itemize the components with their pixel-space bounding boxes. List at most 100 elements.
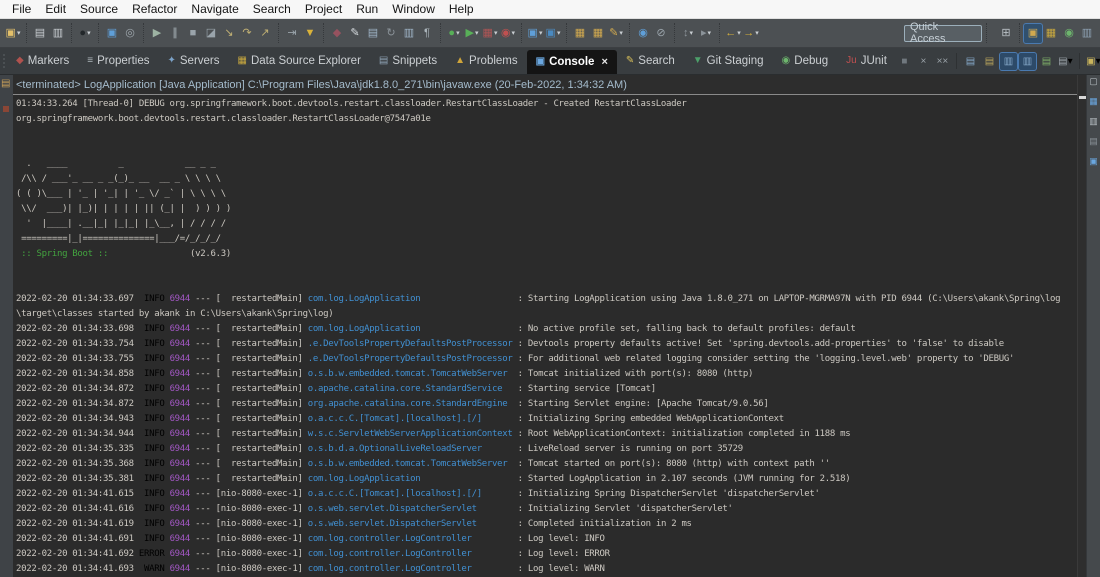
debug-perspective-icon[interactable]: ◉ <box>1060 24 1078 43</box>
menu-run[interactable]: Run <box>349 1 385 17</box>
remote-console-icon[interactable]: ▣ <box>103 24 121 43</box>
remote-console-glyph: ▣ <box>107 28 117 39</box>
console-gutter: ▤ <box>0 75 13 577</box>
tab-console[interactable]: ▣Console× <box>527 50 617 74</box>
execution-view-icon[interactable]: ▤ <box>1089 137 1098 146</box>
tab-search[interactable]: ✎Search <box>617 48 684 74</box>
drag-handle[interactable] <box>3 54 5 68</box>
tab-debug[interactable]: ◉Debug <box>773 48 838 74</box>
run-to-line-icon[interactable]: ⇥ <box>283 24 301 43</box>
display-selected-console-icon[interactable]: ▤▾ <box>1057 53 1074 70</box>
annotate-icon[interactable]: ✎▾ <box>607 24 625 43</box>
show-whitespace-icon[interactable]: ¶ <box>418 24 436 43</box>
menu-navigate[interactable]: Navigate <box>184 1 245 17</box>
skip-breakpoints-icon[interactable]: ⊘ <box>652 24 670 43</box>
tab-label: Markers <box>28 55 70 67</box>
profile-icon[interactable]: ◉▾ <box>499 24 517 43</box>
type-hierarchy-icon[interactable]: ↕▾ <box>679 24 697 43</box>
menu-window[interactable]: Window <box>385 1 442 17</box>
disconnect-icon[interactable]: ◪ <box>202 24 220 43</box>
coverage-icon[interactable]: ▦▾ <box>481 24 499 43</box>
step-return-icon[interactable]: ↗ <box>256 24 274 43</box>
new-ejb-icon[interactable]: ▣▾ <box>544 24 562 43</box>
new-wizard-icon[interactable]: ▣▾ <box>4 24 22 43</box>
tab-git-staging[interactable]: ▼Git Staging <box>684 48 773 74</box>
pin-icon[interactable]: ◆ <box>328 24 346 43</box>
scrollbar-thumb[interactable] <box>1079 96 1086 99</box>
console-line: /\\ / ___'_ __ _ _(_)_ __ __ _ \ \ \ \ <box>16 172 1077 187</box>
git-perspective-icon[interactable]: ▦ <box>1042 24 1060 43</box>
sketch-icon[interactable]: ✎ <box>346 24 364 43</box>
scroll-lock-icon[interactable]: ▤ <box>981 53 998 70</box>
remove-all-launches-icon[interactable]: ×× <box>934 53 951 70</box>
word-wrap-icon[interactable]: ▥ <box>1000 53 1017 70</box>
suspend-icon[interactable]: ∥ <box>166 24 184 43</box>
minimized-views-bar: ▢ ▦ ▥ ▤ ▣ <box>1086 75 1100 577</box>
terminate-console-glyph: ■ <box>901 56 907 67</box>
terminate-console-icon[interactable]: ■ <box>896 53 913 70</box>
open-type-icon[interactable]: ▦ <box>571 24 589 43</box>
last-edit-location-icon[interactable]: ▸▾ <box>697 24 715 43</box>
run-icon[interactable]: ▶▾ <box>463 24 481 43</box>
forward-icon[interactable]: →▾ <box>742 24 760 43</box>
open-console-icon[interactable]: ▣▾ <box>1085 53 1100 70</box>
console-output[interactable]: 01:34:33.264 [Thread-0] DEBUG org.spring… <box>13 95 1077 577</box>
sync-icon[interactable]: ↻ <box>382 24 400 43</box>
menu-edit[interactable]: Edit <box>38 1 73 17</box>
show-whitespace-glyph: ¶ <box>424 28 430 39</box>
console-line: 2022-02-20 01:34:41.692 ERROR 6944 --- [… <box>16 547 1077 562</box>
suspend-glyph: ∥ <box>172 28 178 39</box>
menu-project[interactable]: Project <box>298 1 349 17</box>
menu-help[interactable]: Help <box>442 1 481 17</box>
console-view-min-icon[interactable]: ▣ <box>1089 157 1098 166</box>
step-into-icon[interactable]: ↘ <box>220 24 238 43</box>
show-stdout-icon[interactable]: ▤ <box>1038 53 1055 70</box>
save-icon[interactable]: ▤ <box>31 24 49 43</box>
restore-views-icon[interactable]: ▢ <box>1089 77 1098 86</box>
back-glyph: ← <box>725 28 736 39</box>
step-over-icon[interactable]: ↷ <box>238 24 256 43</box>
terminate-icon[interactable]: ■ <box>184 24 202 43</box>
launch-config-icon[interactable]: ●▾ <box>76 24 94 43</box>
tab-snippets[interactable]: ▤Snippets <box>370 48 446 74</box>
jee-perspective-icon[interactable]: ▣ <box>1024 24 1042 43</box>
console-line: \\/ ___)| |_)| | | | | || (_| | ) ) ) ) <box>16 202 1077 217</box>
tab-data-source-explorer[interactable]: ▦Data Source Explorer <box>229 48 370 74</box>
save-all-icon[interactable]: ▥ <box>49 24 67 43</box>
menu-source[interactable]: Source <box>73 1 125 17</box>
chevron-down-icon: ▾ <box>1096 56 1100 67</box>
menu-search[interactable]: Search <box>246 1 298 17</box>
back-icon[interactable]: ←▾ <box>724 24 742 43</box>
link-with-editor-icon[interactable]: ◎ <box>121 24 139 43</box>
clear-console-icon[interactable]: ▤ <box>962 53 979 70</box>
tab-servers[interactable]: ✦Servers <box>159 48 229 74</box>
menu-file[interactable]: File <box>5 1 38 17</box>
open-perspective-icon[interactable]: ⊞ <box>997 24 1015 43</box>
new-servlet-icon[interactable]: ▣▾ <box>526 24 544 43</box>
console-line: . ____ _ __ _ _ <box>16 157 1077 172</box>
use-step-filters-icon[interactable]: ▼ <box>301 24 319 43</box>
vertical-scrollbar[interactable] <box>1077 75 1086 577</box>
show-doc-icon[interactable]: ▥ <box>400 24 418 43</box>
perspective-view-icon[interactable]: ▦ <box>1089 97 1098 106</box>
run-last-icon[interactable]: ●▾ <box>445 24 463 43</box>
db-output-view-icon[interactable]: ▥ <box>1089 117 1098 126</box>
tab-problems[interactable]: ▲Problems <box>446 48 526 74</box>
menu-refactor[interactable]: Refactor <box>125 1 184 17</box>
remove-launch-icon[interactable]: × <box>915 53 932 70</box>
new-snippet-icon[interactable]: ▤ <box>364 24 382 43</box>
pin-console-icon[interactable]: ▥ <box>1019 53 1036 70</box>
tab-label: Console <box>549 56 594 68</box>
close-icon[interactable]: × <box>601 56 607 68</box>
open-resource-icon[interactable]: ▦ <box>589 24 607 43</box>
java-perspective-icon[interactable]: ▥ <box>1078 24 1096 43</box>
quick-access-input[interactable]: Quick Access <box>904 25 982 42</box>
main-toolbar-groups: ▣▾▤▥●▾▣◎▶∥■◪↘↷↗⇥▼◆✎▤↻▥¶●▾▶▾▦▾◉▾▣▾▣▾▦▦✎▾◉… <box>4 23 760 43</box>
tab-properties[interactable]: ≡Properties <box>78 48 158 74</box>
tab-junit[interactable]: JuJUnit <box>837 48 896 74</box>
tab-markers[interactable]: ◆Markers <box>7 48 78 74</box>
tab-label: Data Source Explorer <box>251 55 361 67</box>
resume-icon[interactable]: ▶ <box>148 24 166 43</box>
step-over-glyph: ↷ <box>242 28 251 39</box>
mark-occurrences-icon[interactable]: ◉ <box>634 24 652 43</box>
